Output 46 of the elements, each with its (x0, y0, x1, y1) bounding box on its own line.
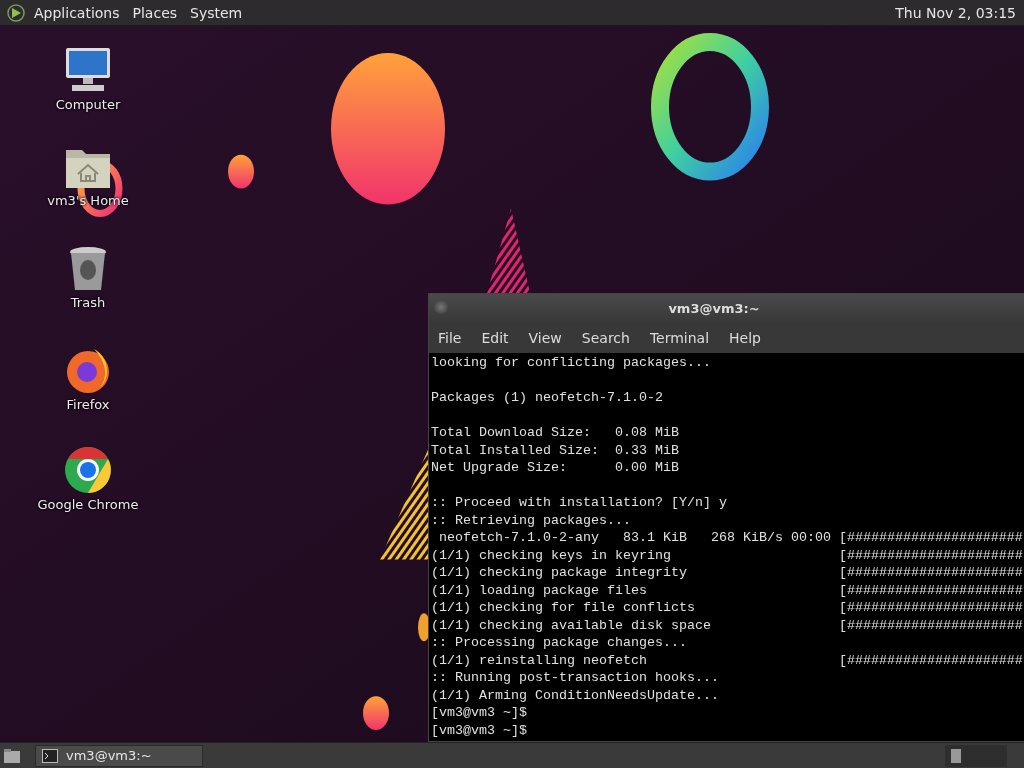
terminal-line: :: Proceed with installation? [Y/n] y (431, 495, 727, 510)
terminal-line: Net Upgrade Size: 0.00 MiB (431, 460, 679, 475)
terminal-line: (1/1) checking keys in keyring [###################### (431, 547, 1023, 563)
panel-menu[interactable]: Places (132, 4, 178, 21)
circle-shape (363, 696, 389, 731)
terminal-line: Total Installed Size: 0.33 MiB (431, 442, 679, 458)
terminal-line: :: Processing package changes... (431, 635, 687, 650)
menu-item[interactable]: Edit (481, 330, 509, 346)
terminal-line: [vm3@vm3 ~]$ (431, 705, 527, 720)
menu-item[interactable]: Terminal (649, 330, 710, 346)
menu-item[interactable]: File (438, 330, 462, 346)
show-desktop-icon[interactable] (3, 747, 21, 764)
desktop-icon-label[interactable]: Trash (70, 295, 106, 310)
task-button[interactable]: vm3@vm3:~ (35, 744, 203, 767)
chrome-icon[interactable] (64, 446, 112, 494)
terminal-line: Packages (1) neofetch-7.1.0-2 (431, 390, 663, 405)
menu-item[interactable]: View (528, 330, 562, 346)
terminal-icon (42, 748, 58, 763)
desktop-icon-label[interactable]: Google Chrome (37, 497, 139, 512)
monitor-icon[interactable] (64, 46, 112, 94)
terminal-line: neofetch-7.1.0-2-any 83.1 KiB 268 KiB/s 00:00 [###################### (438, 530, 1023, 545)
terminal-line: :: Running post-transaction hooks... (431, 670, 719, 685)
terminal-line: looking for conflicting packages... (431, 355, 711, 370)
desktop-icon-label[interactable]: Firefox (66, 397, 110, 412)
terminal-line: :: Retrieving packages... (431, 512, 631, 528)
window-title: vm3@vm3:~ (668, 301, 760, 316)
panel-menu[interactable]: Applications (34, 4, 120, 21)
menu-item[interactable]: Help (729, 330, 761, 346)
terminal-line: Total Download Size: 0.08 MiB (431, 425, 679, 440)
terminal-line: (1/1) checking for file conflicts [###################### (431, 600, 1023, 615)
clock[interactable]: Thu Nov 2, 03:15 (895, 4, 1016, 21)
terminal-line: (1/1) Arming ConditionNeedsUpdate... (431, 687, 719, 703)
desktop-icon-label[interactable]: Computer (55, 97, 121, 112)
workspace-switcher[interactable] (945, 744, 1007, 767)
circle-shape (228, 154, 254, 189)
panel-menu[interactable]: System (190, 4, 243, 21)
trash-icon[interactable] (68, 246, 108, 292)
fox-globe-icon[interactable] (64, 346, 112, 394)
terminal-line: [vm3@vm3 ~]$ (431, 722, 527, 738)
circle-shape (418, 613, 430, 642)
terminal-line: (1/1) reinstalling neofetch [###################### (431, 652, 1023, 668)
terminal-line: (1/1) loading package files [###################### (431, 582, 1023, 598)
menu-item[interactable]: Search (581, 330, 630, 346)
terminal-line: (1/1) checking available disk space [###################### (431, 617, 1023, 633)
terminal-line: (1/1) checking package integrity [###################### (431, 565, 1023, 580)
distro-logo-icon[interactable] (6, 2, 26, 23)
